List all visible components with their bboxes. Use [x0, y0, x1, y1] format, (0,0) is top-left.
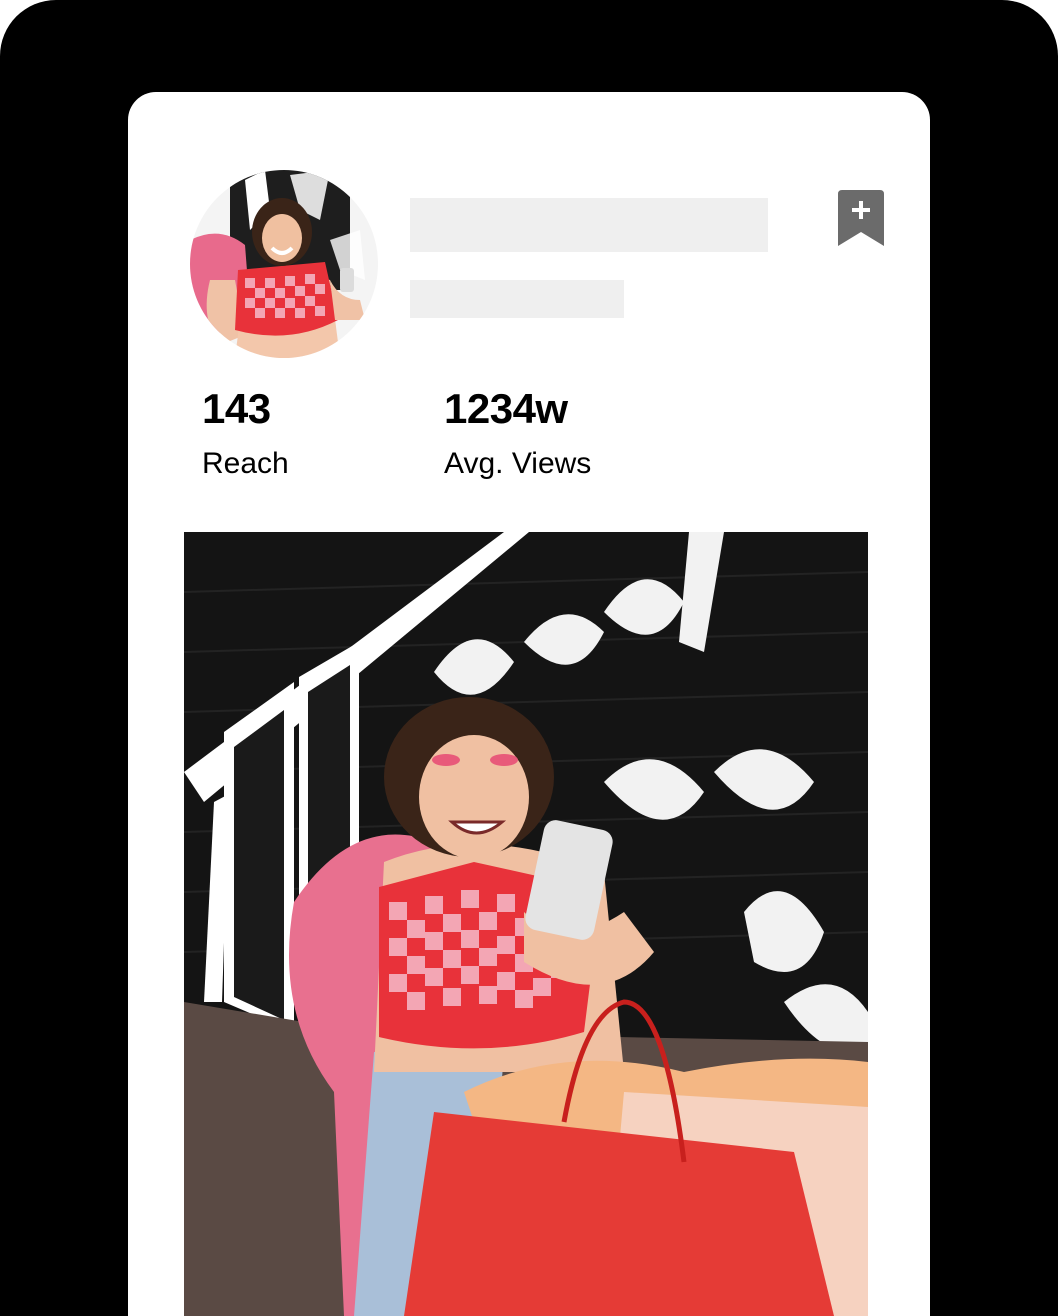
device-frame: 143 Reach 1234w Avg. Views — [0, 0, 1058, 1316]
avatar-image — [190, 170, 378, 358]
name-placeholder — [410, 198, 768, 252]
bookmark-button[interactable] — [838, 190, 884, 248]
stat-avg-views: 1234w Avg. Views — [444, 384, 591, 482]
avatar[interactable] — [190, 170, 378, 358]
stat-label: Reach — [202, 447, 289, 480]
handle-placeholder — [410, 280, 624, 318]
creator-card[interactable]: 143 Reach 1234w Avg. Views — [128, 92, 930, 1316]
stat-value: 143 — [202, 385, 271, 432]
stat-value: 1234w — [444, 385, 568, 432]
bookmark-plus-icon — [838, 190, 884, 246]
post-image[interactable] — [184, 532, 868, 1316]
stat-reach: 143 Reach — [202, 384, 289, 482]
post-photo — [184, 532, 868, 1316]
stat-label: Avg. Views — [444, 447, 592, 480]
